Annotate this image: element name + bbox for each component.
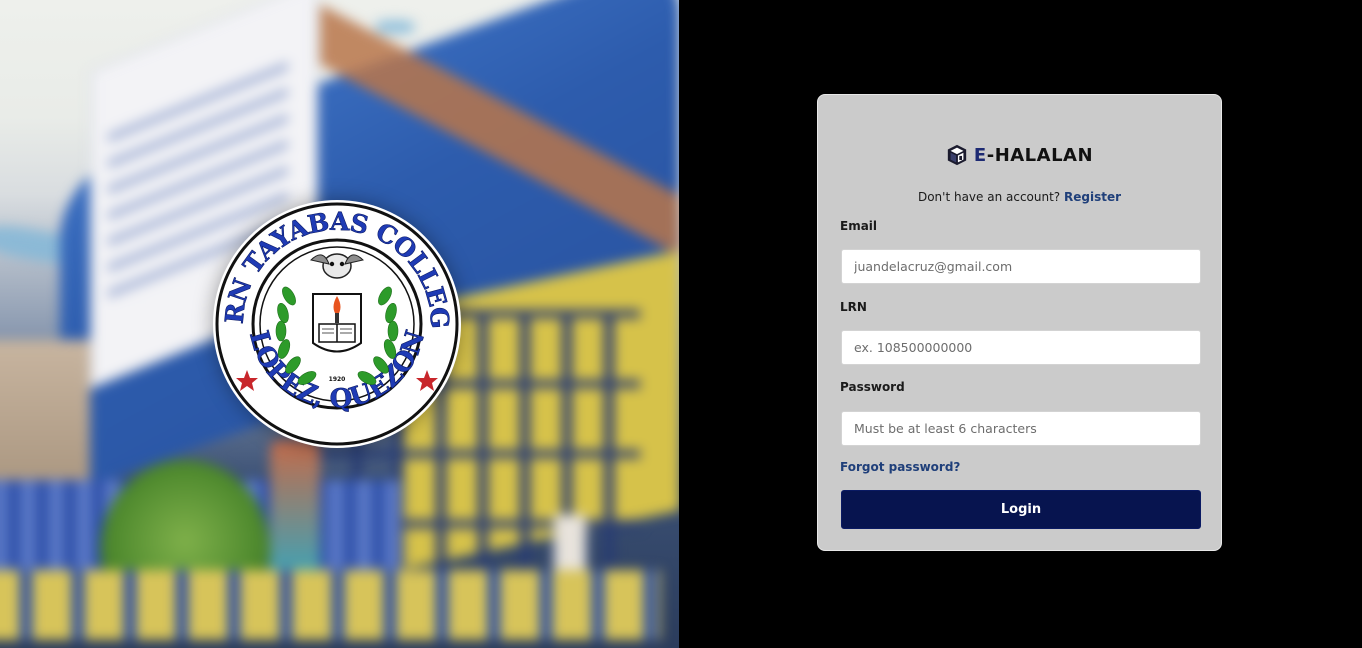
password-label: Password — [840, 380, 905, 394]
forgot-password-link[interactable]: Forgot password? — [840, 460, 960, 474]
brand-name: E-HALALAN — [974, 145, 1093, 166]
shield-crest-icon — [312, 293, 362, 353]
bird-mark — [375, 20, 415, 34]
email-field[interactable] — [841, 249, 1201, 284]
brand-logo: E-HALALAN — [818, 144, 1221, 166]
register-link[interactable]: Register — [1064, 190, 1121, 204]
login-card: E-HALALAN Don't have an account? Registe… — [817, 94, 1222, 551]
login-button[interactable]: Login — [841, 490, 1201, 529]
campus-background-image: EASTERN TAYABAS COLLEGE INC. LOPEZ, QUEZ… — [0, 0, 679, 648]
lrn-field[interactable] — [841, 330, 1201, 365]
email-label: Email — [840, 219, 878, 233]
seal-year: 1920 — [329, 376, 346, 383]
register-prompt-line: Don't have an account? Register — [818, 190, 1221, 204]
ground-wall — [0, 570, 660, 640]
password-field[interactable] — [841, 411, 1201, 446]
brand-suffix: -HALALAN — [986, 144, 1094, 166]
register-prompt-text: Don't have an account? — [917, 190, 1061, 204]
lrn-label: LRN — [840, 300, 867, 314]
college-seal-logo: EASTERN TAYABAS COLLEGE INC. LOPEZ, QUEZ… — [211, 198, 461, 448]
login-panel-area: E-HALALAN Don't have an account? Registe… — [679, 0, 1362, 648]
login-page: EASTERN TAYABAS COLLEGE INC. LOPEZ, QUEZ… — [0, 0, 1362, 648]
brand-prefix: E — [973, 144, 987, 166]
cube-logo-icon — [947, 144, 967, 166]
